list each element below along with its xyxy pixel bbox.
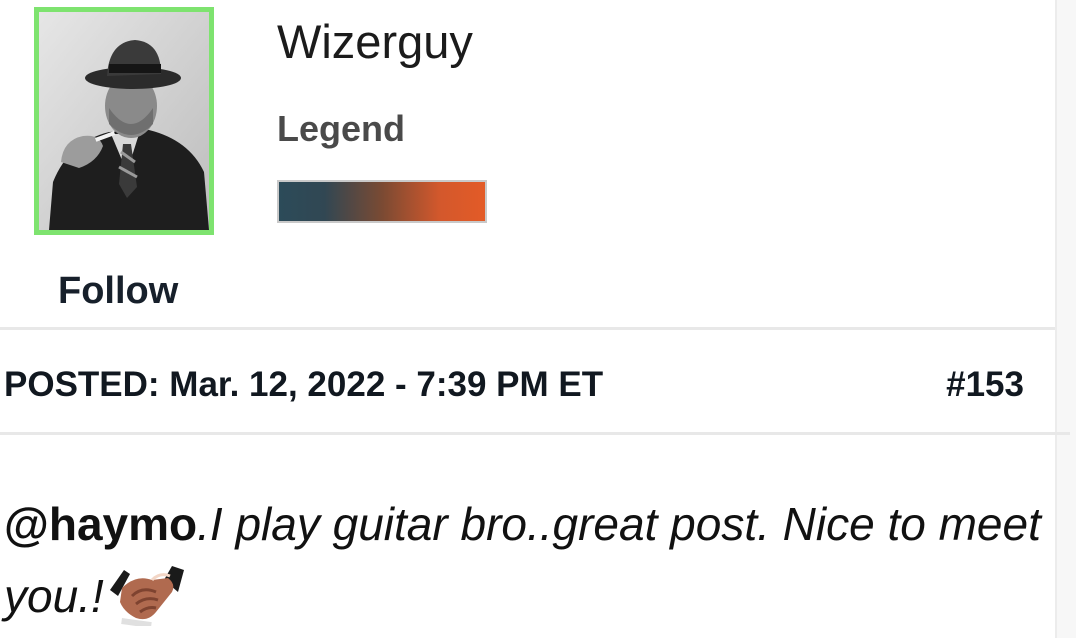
divider: [0, 432, 1070, 435]
username[interactable]: Wizerguy: [277, 16, 473, 68]
rank-bar: [277, 180, 487, 223]
divider: [0, 327, 1055, 330]
page-gutter: [1057, 0, 1076, 638]
post-timestamp: POSTED: Mar. 12, 2022 - 7:39 PM ET: [4, 365, 604, 404]
avatar-photo: [39, 12, 209, 230]
rank-label: Legend: [277, 108, 406, 149]
post-number-link[interactable]: #153: [946, 365, 1024, 405]
handshake-icon: [106, 562, 188, 626]
mention-link[interactable]: @haymo: [4, 498, 197, 550]
avatar[interactable]: [34, 7, 214, 235]
post-body: @haymo.I play guitar bro..great post. Ni…: [4, 488, 1049, 632]
follow-button[interactable]: Follow: [58, 270, 178, 313]
